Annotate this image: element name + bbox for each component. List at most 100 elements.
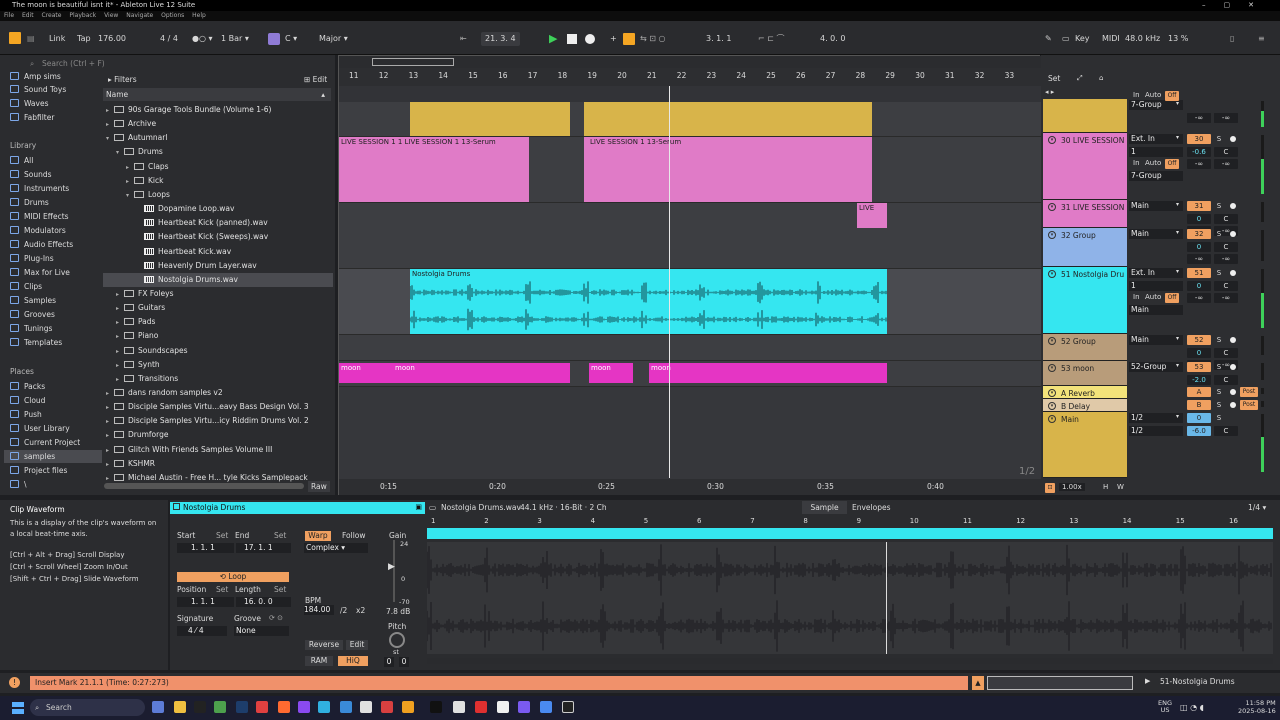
record-icon[interactable]: [585, 34, 595, 44]
key-map-button[interactable]: Key: [1075, 32, 1090, 46]
scale-mode-icon[interactable]: [268, 33, 280, 45]
solo-button[interactable]: S: [1214, 387, 1224, 397]
post-toggle[interactable]: Post: [1240, 400, 1258, 410]
double-tempo-button[interactable]: x2: [356, 606, 365, 615]
app-icon-15[interactable]: [562, 701, 574, 713]
folder-item[interactable]: ▸ Disciple Samples Virtu...eavy Bass Desi…: [106, 400, 309, 414]
volume-field[interactable]: -0.6: [1187, 147, 1211, 157]
loop-length-field[interactable]: 4. 0. 0: [820, 32, 845, 46]
send-b-field[interactable]: -∞: [1214, 159, 1238, 169]
track-activator[interactable]: 32: [1187, 229, 1211, 239]
browser-search-input[interactable]: ⌕ Search (Ctrl + F): [0, 57, 335, 71]
position-field[interactable]: 1. 1. 1: [177, 597, 234, 607]
app-icon-12[interactable]: [497, 701, 509, 713]
folder-item[interactable]: ▸ FX Foleys: [116, 287, 174, 301]
ram-toggle[interactable]: RAM: [305, 656, 333, 666]
clip-activator-icon[interactable]: [173, 503, 180, 510]
folder-item[interactable]: ▸ Guitars: [116, 301, 165, 315]
arm-record-icon[interactable]: [1230, 136, 1236, 142]
track-activator[interactable]: 53: [1187, 362, 1211, 372]
gain-slider-handle[interactable]: ▶: [388, 562, 395, 572]
task-view-icon[interactable]: [152, 701, 164, 713]
chevron-down-icon[interactable]: ▾: [106, 132, 114, 146]
fold-icon[interactable]: ▾: [1048, 270, 1056, 278]
routing-select[interactable]: Ext. In: [1129, 268, 1183, 278]
time-ruler[interactable]: 0:15 0:20 0:25 0:30 0:35 0:40: [339, 479, 1041, 495]
app-icon-9[interactable]: [430, 701, 442, 713]
tap-button[interactable]: Tap: [77, 32, 91, 46]
loop-brace[interactable]: [427, 528, 1273, 539]
menu-edit[interactable]: Edit: [22, 12, 34, 19]
sidebar-item-cloud[interactable]: Cloud: [10, 394, 45, 407]
routing-select[interactable]: Ext. In: [1129, 134, 1183, 144]
track-activator[interactable]: A: [1187, 387, 1211, 397]
monitor-off[interactable]: Off: [1165, 159, 1179, 169]
mixer-track-name[interactable]: 53 moon: [1051, 364, 1094, 373]
track-lane-7-group[interactable]: [339, 102, 1041, 137]
browser-scrollbar[interactable]: [104, 483, 304, 489]
start-field[interactable]: 1. 1. 1: [177, 543, 234, 553]
raw-toggle[interactable]: Raw: [308, 481, 330, 492]
routing-select-2[interactable]: 7-Group: [1129, 171, 1183, 181]
groove-select[interactable]: None: [234, 626, 289, 636]
sidebar-toggle-icon[interactable]: ▤: [27, 32, 35, 46]
fold-icon[interactable]: ▾: [1048, 415, 1056, 423]
arm-record-icon[interactable]: [1230, 203, 1236, 209]
app-icon-2[interactable]: [256, 701, 268, 713]
solo-button[interactable]: S: [1214, 134, 1224, 144]
track-lane-52-group[interactable]: [339, 335, 1041, 361]
mixer-track-7[interactable]: A Reverb ▾: [1043, 386, 1127, 399]
fold-icon[interactable]: ▾: [1048, 402, 1056, 410]
stop-icon[interactable]: [567, 34, 577, 44]
chevron-right-icon[interactable]: ▸: [116, 345, 124, 359]
chevron-right-icon[interactable]: ▸: [106, 458, 114, 472]
track-lane-31-live-session[interactable]: LIVE: [339, 203, 1041, 269]
volume-field[interactable]: -2.0: [1187, 375, 1211, 385]
pan-field[interactable]: C: [1214, 242, 1238, 252]
folder-item[interactable]: ▸ KSHMR: [106, 457, 155, 471]
sidebar-item-max-for-live[interactable]: Max for Live: [10, 266, 70, 279]
track-lane-30-live-session[interactable]: LIVE SESSION 1 1 LIVE SESSION 1 13-Serum…: [339, 137, 1041, 203]
sidebar-item-all[interactable]: All: [10, 154, 33, 167]
language-indicator[interactable]: ENG US: [1158, 700, 1172, 714]
sidebar-item-sounds[interactable]: Sounds: [10, 168, 52, 181]
fold-icon[interactable]: ▾: [1048, 389, 1056, 397]
folder-item[interactable]: ▸ Disciple Samples Virtu...icy Riddim Dru…: [106, 414, 309, 428]
send-b-field[interactable]: -∞: [1214, 113, 1238, 123]
window-controls[interactable]: –▢✕: [1202, 0, 1272, 11]
sidebar-item-project-files[interactable]: Project files: [10, 464, 67, 477]
sidebar-item-templates[interactable]: Templates: [10, 336, 62, 349]
volume-field[interactable]: 0: [1187, 214, 1211, 224]
live-session-clip-2[interactable]: LIVE SESSION 1 13-Serum: [584, 137, 872, 202]
track-activator[interactable]: 31: [1187, 201, 1211, 211]
input-channel-select[interactable]: 1: [1129, 281, 1183, 291]
edit-sample-button[interactable]: Edit: [346, 640, 368, 650]
sidebar-item-clips[interactable]: Clips: [10, 280, 42, 293]
folder-item[interactable]: ▸ Piano: [116, 329, 158, 343]
folder-item[interactable]: ▸ Transitions: [116, 372, 178, 386]
app-icon-1[interactable]: [214, 701, 226, 713]
arm-record-icon[interactable]: [1230, 364, 1236, 370]
overview-strip[interactable]: [339, 56, 1041, 68]
time-signature-field[interactable]: 4 / 4: [160, 32, 178, 46]
track-lane-51-nostolgia[interactable]: Nostolgia Drums: [339, 269, 1041, 335]
sample-beat-ruler[interactable]: 1 2 3 4 5 6 7 8 9 10 11 12 13 14 15 16: [427, 517, 1273, 527]
sidebar-item-grooves[interactable]: Grooves: [10, 308, 55, 321]
menu-view[interactable]: View: [104, 12, 118, 19]
routing-select[interactable]: 7-Group: [1129, 100, 1183, 110]
menu-icon[interactable]: ≡: [1258, 32, 1265, 46]
steam-icon[interactable]: [236, 701, 248, 713]
monitor-off[interactable]: Off: [1165, 91, 1179, 101]
mixer-track-6[interactable]: 53 moon ▾: [1043, 361, 1127, 386]
solo-button[interactable]: S: [1214, 413, 1224, 423]
position-set-button[interactable]: Set: [216, 585, 228, 594]
signature-field[interactable]: 4 ⁄ 4: [177, 626, 227, 636]
monitor-auto[interactable]: Auto: [1145, 293, 1161, 301]
folder-item[interactable]: ▸ Glitch With Friends Samples Volume III: [106, 443, 272, 457]
bpm-field[interactable]: 184.00: [304, 605, 334, 615]
arm-record-icon[interactable]: [1230, 402, 1236, 408]
folder-item[interactable]: ▸ Claps: [126, 160, 169, 174]
lock-icon[interactable]: ⌂: [1099, 74, 1103, 82]
moon-clip-1[interactable]: moon moon: [339, 363, 570, 383]
mixer-track-9[interactable]: Main ▾: [1043, 412, 1127, 478]
